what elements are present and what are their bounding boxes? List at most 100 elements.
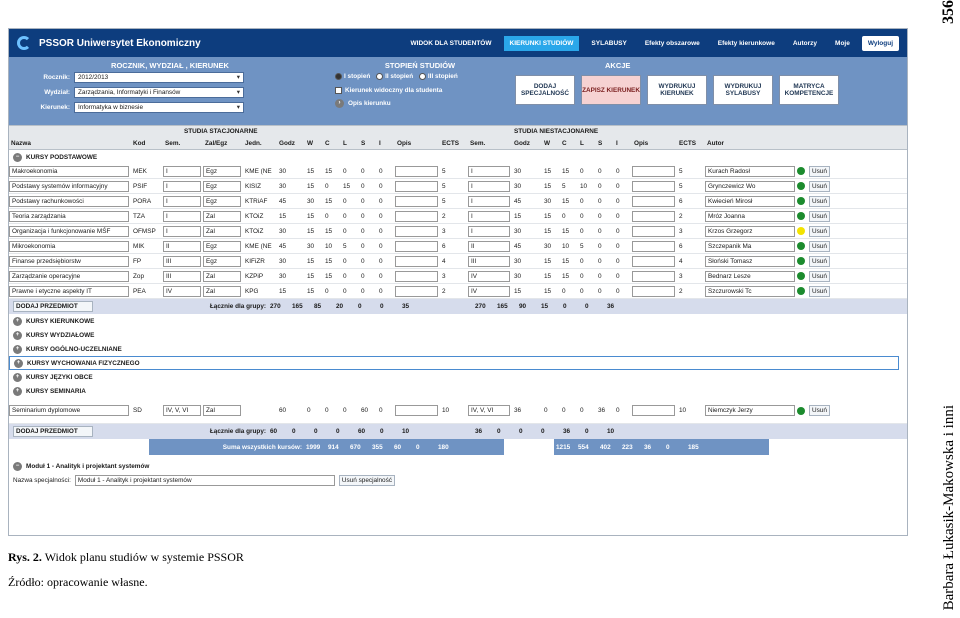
cell-zal/egz[interactable]: Egz — [203, 255, 241, 267]
expand-icon[interactable]: + — [13, 372, 22, 382]
group-0[interactable]: + KURSY KIERUNKOWE — [9, 314, 907, 328]
table-row[interactable]: Podstawy systemów informacyjny PSIF I Egz KI… — [9, 179, 907, 194]
cell-autor[interactable]: Niemczyk Jerzy — [705, 405, 795, 416]
cell-zal/egz[interactable]: Egz — [203, 165, 241, 177]
group-5[interactable]: + KURSY SEMINARIA — [9, 384, 907, 398]
radio-stopien-3[interactable]: III stopień — [418, 73, 458, 80]
cell-opis[interactable] — [632, 240, 675, 252]
table-row[interactable]: Seminarium dyplomowe SD IV, V, VI Zal 60 0 0 0 6… — [9, 398, 907, 424]
nav-widok[interactable]: WIDOK DLA STUDENTÓW — [405, 36, 498, 51]
cell-sem.[interactable]: I — [163, 165, 201, 177]
cell-zal/egz[interactable]: Zal — [203, 225, 241, 237]
delete-row-button[interactable]: Usuń — [809, 255, 830, 267]
cell-sem.[interactable]: IV, V, VI — [163, 405, 201, 416]
cell-sem.[interactable]: IV, V, VI — [468, 405, 510, 416]
cell-opis[interactable] — [395, 285, 438, 297]
delete-row-button[interactable]: Usuń — [809, 225, 830, 237]
cell-nazwa[interactable]: Makroekonomia — [9, 165, 129, 177]
cell-opis[interactable] — [395, 165, 438, 177]
cell-sem.[interactable]: IV — [468, 270, 510, 282]
opis-kierunku-link[interactable]: › Opis kierunku — [335, 99, 505, 108]
cell-sem.[interactable]: II — [468, 240, 510, 252]
logout-button[interactable]: Wyloguj — [861, 35, 899, 51]
cell-opis[interactable] — [395, 180, 438, 192]
cell-sem.[interactable]: III — [163, 270, 201, 282]
collapse-icon[interactable]: − — [13, 152, 22, 162]
cell-opis[interactable] — [632, 225, 675, 237]
group-3[interactable]: + KURSY WYCHOWANIA FIZYCZNEGO — [9, 356, 899, 370]
kierunek-select[interactable]: Informatyka w biznesie — [74, 102, 244, 113]
print-sylabusy-button[interactable]: WYDRUKUJ SYLABUSY — [713, 75, 773, 105]
add-course-button[interactable]: DODAJ PRZEDMIOT — [13, 301, 93, 312]
delete-row-button[interactable]: Usuń — [809, 270, 830, 282]
nav-kierunki[interactable]: KIERUNKI STUDIÓW — [503, 35, 580, 51]
delete-row-button[interactable]: Usuń — [809, 210, 830, 222]
delete-row-button[interactable]: Usuń — [809, 405, 830, 416]
cell-sem.[interactable]: I — [468, 225, 510, 237]
group-2[interactable]: + KURSY OGÓLNO-UCZELNIANE — [9, 342, 907, 356]
table-row[interactable]: Mikroekonomia MIK II Egz KME (NE 45 30 10 5 0 0 6 II… — [9, 239, 907, 254]
delete-row-button[interactable]: Usuń — [809, 285, 830, 297]
cell-autor[interactable]: Słoński Tomasz — [705, 255, 795, 267]
cell-zal/egz[interactable]: Zal — [203, 210, 241, 222]
cell-autor[interactable]: Kurach Radosł — [705, 165, 795, 177]
expand-icon[interactable]: + — [13, 386, 22, 396]
radio-stopien-2[interactable]: II stopień — [376, 73, 413, 80]
cell-nazwa[interactable]: Prawne i etyczne aspekty IT — [9, 285, 129, 297]
table-row[interactable]: Makroekonomia MEK I Egz KME (NE 30 15 15 0 0 0 5 I 30… — [9, 164, 907, 179]
cell-opis[interactable] — [632, 180, 675, 192]
nav-moje[interactable]: Moje — [829, 36, 856, 51]
cell-sem.[interactable]: I — [468, 195, 510, 207]
cell-opis[interactable] — [395, 195, 438, 207]
table-row[interactable]: Zarządzanie operacyjne Zop III Zal KZPiP 30 15… — [9, 269, 907, 284]
cell-nazwa[interactable]: Podstawy rachunkowości — [9, 195, 129, 207]
delete-row-button[interactable]: Usuń — [809, 180, 830, 192]
cell-opis[interactable] — [632, 405, 675, 416]
cell-sem.[interactable]: I — [163, 210, 201, 222]
expand-icon[interactable]: + — [13, 316, 22, 326]
table-row[interactable]: Organizacja i funkcjonowanie MŚF OFMSP I Za… — [9, 224, 907, 239]
cell-opis[interactable] — [632, 255, 675, 267]
cell-opis[interactable] — [632, 210, 675, 222]
expand-icon[interactable]: + — [13, 330, 22, 340]
cell-nazwa[interactable]: Mikroekonomia — [9, 240, 129, 252]
cell-nazwa[interactable]: Zarządzanie operacyjne — [9, 270, 129, 282]
cell-sem.[interactable]: I — [163, 180, 201, 192]
cell-opis[interactable] — [632, 195, 675, 207]
cell-opis[interactable] — [395, 225, 438, 237]
add-course-button[interactable]: DODAJ PRZEDMIOT — [13, 426, 93, 437]
cell-nazwa[interactable]: Seminarium dyplomowe — [9, 405, 129, 416]
cell-sem.[interactable]: IV — [163, 285, 201, 297]
delete-row-button[interactable]: Usuń — [809, 240, 830, 252]
matrix-button[interactable]: MATRYCA KOMPETENCJE — [779, 75, 839, 105]
cell-opis[interactable] — [632, 165, 675, 177]
cell-sem.[interactable]: IV — [468, 285, 510, 297]
cell-opis[interactable] — [395, 405, 438, 416]
cell-nazwa[interactable]: Finanse przedsiębiorstw — [9, 255, 129, 267]
cell-autor[interactable]: Krzos Grzegorz — [705, 225, 795, 237]
visible-checkbox[interactable]: ✓ Kierunek widoczny dla studenta — [335, 87, 505, 94]
cell-opis[interactable] — [395, 240, 438, 252]
cell-opis[interactable] — [395, 210, 438, 222]
delete-row-button[interactable]: Usuń — [809, 165, 830, 177]
group-basic[interactable]: − KURSY PODSTAWOWE — [9, 150, 907, 164]
nav-autorzy[interactable]: Autorzy — [787, 36, 823, 51]
cell-opis[interactable] — [632, 285, 675, 297]
cell-autor[interactable]: Bednarz Lesze — [705, 270, 795, 282]
cell-opis[interactable] — [395, 255, 438, 267]
rocznik-select[interactable]: 2012/2013 — [74, 72, 244, 83]
cell-autor[interactable]: Grynczewicz Wo — [705, 180, 795, 192]
wydzial-select[interactable]: Zarządzania, Informatyki i Finansów — [74, 87, 244, 98]
print-kierunek-button[interactable]: WYDRUKUJ KIERUNEK — [647, 75, 707, 105]
cell-nazwa[interactable]: Teoria zarządzania — [9, 210, 129, 222]
nav-efekty-obszarowe[interactable]: Efekty obszarowe — [639, 36, 706, 51]
cell-opis[interactable] — [632, 270, 675, 282]
cell-sem.[interactable]: I — [468, 165, 510, 177]
radio-stopien-1[interactable]: I stopień — [335, 73, 370, 80]
delete-row-button[interactable]: Usuń — [809, 195, 830, 207]
cell-autor[interactable]: Mróz Joanna — [705, 210, 795, 222]
cell-zal/egz[interactable]: Egz — [203, 180, 241, 192]
table-row[interactable]: Finanse przedsiębiorstw FP III Egz KIFiZR 30 1… — [9, 254, 907, 269]
cell-sem.[interactable]: II — [163, 240, 201, 252]
nav-sylabusy[interactable]: SYLABUSY — [585, 36, 632, 51]
